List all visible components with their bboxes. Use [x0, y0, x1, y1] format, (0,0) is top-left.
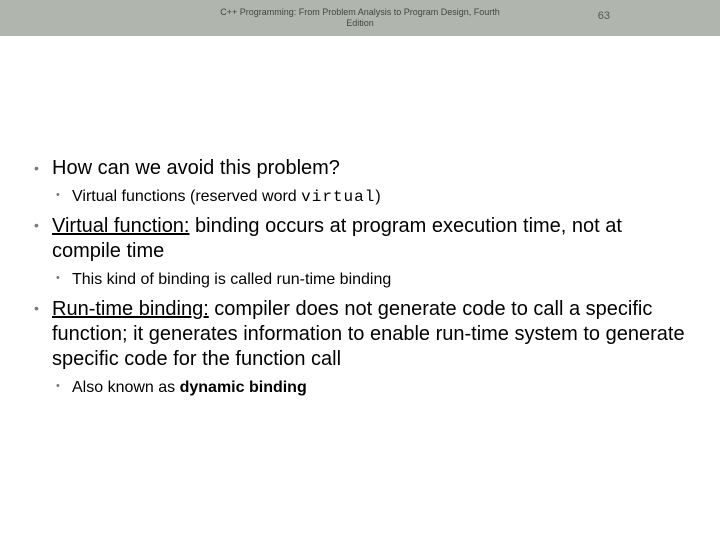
bullet-3: Run-time binding: compiler does not gene… — [30, 297, 690, 399]
header-title-line2: Edition — [346, 18, 374, 28]
bullet-1-sub-text: Virtual functions (reserved word virtual… — [72, 188, 381, 205]
bullet-2-text: Virtual function: binding occurs at prog… — [52, 215, 622, 262]
slide-header: C++ Programming: From Problem Analysis t… — [0, 0, 720, 36]
page-number: 63 — [598, 10, 610, 22]
bullet-3-sub: Also known as dynamic binding — [52, 378, 690, 399]
bullet-2-sub-text: This kind of binding is called run-time … — [72, 271, 391, 288]
bullet-2: Virtual function: binding occurs at prog… — [30, 214, 690, 291]
term-dynamic-binding: dynamic binding — [180, 379, 307, 396]
bullet-3-sub-text: Also known as dynamic binding — [72, 379, 307, 396]
bullet-3-text: Run-time binding: compiler does not gene… — [52, 298, 685, 370]
header-title: C++ Programming: From Problem Analysis t… — [220, 7, 500, 29]
code-virtual: virtual — [301, 188, 375, 206]
bullet-1-sub: Virtual functions (reserved word virtual… — [52, 187, 690, 208]
bullet-1-text: How can we avoid this problem? — [52, 157, 340, 179]
header-title-line1: C++ Programming: From Problem Analysis t… — [220, 7, 500, 17]
bullet-2-sub: This kind of binding is called run-time … — [52, 270, 690, 291]
term-runtime-binding: Run-time binding: — [52, 298, 209, 320]
bullet-1: How can we avoid this problem? Virtual f… — [30, 156, 690, 208]
slide-content: How can we avoid this problem? Virtual f… — [0, 36, 720, 398]
term-virtual-function: Virtual function: — [52, 215, 190, 237]
